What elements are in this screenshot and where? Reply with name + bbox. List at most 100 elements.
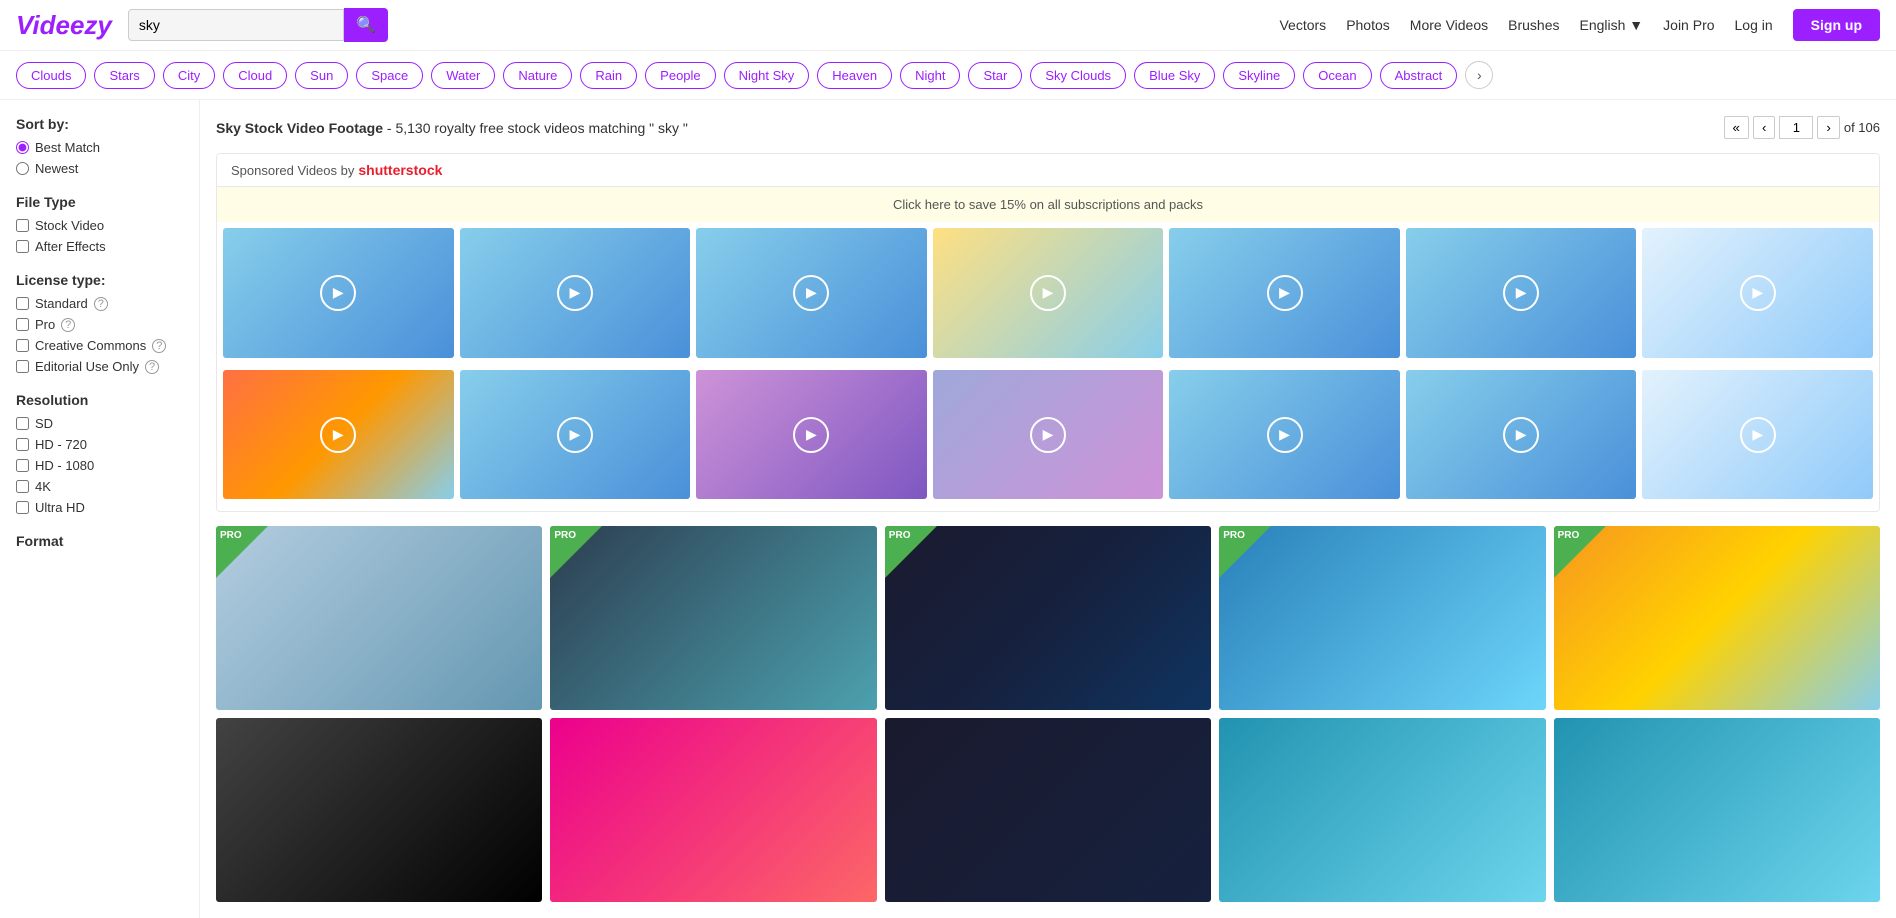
- tag-sky-clouds[interactable]: Sky Clouds: [1030, 62, 1126, 89]
- signup-button[interactable]: Sign up: [1793, 9, 1880, 41]
- video-thumb-ns-3[interactable]: PRO: [885, 526, 1211, 710]
- tag-abstract[interactable]: Abstract: [1380, 62, 1458, 89]
- tag-star[interactable]: Star: [968, 62, 1022, 89]
- file-type-label: File Type: [16, 194, 183, 210]
- video-thumb-6[interactable]: ▶: [1406, 228, 1637, 358]
- logo[interactable]: Videezy: [16, 10, 112, 41]
- res-4k[interactable]: 4K: [16, 479, 183, 494]
- res-sd[interactable]: SD: [16, 416, 183, 431]
- sort-newest[interactable]: Newest: [16, 161, 183, 176]
- nav-brushes[interactable]: Brushes: [1508, 17, 1559, 33]
- play-icon-6: ▶: [1503, 275, 1539, 311]
- video-thumb-13[interactable]: ▶: [1406, 370, 1637, 500]
- file-type-after-effects[interactable]: After Effects: [16, 239, 183, 254]
- tag-blue-sky[interactable]: Blue Sky: [1134, 62, 1215, 89]
- file-type-stock-video[interactable]: Stock Video: [16, 218, 183, 233]
- play-icon-13: ▶: [1503, 417, 1539, 453]
- video-thumb-ns-5[interactable]: PRO: [1554, 526, 1880, 710]
- video-thumb-ns-2[interactable]: PRO: [550, 526, 876, 710]
- tag-clouds[interactable]: Clouds: [16, 62, 86, 89]
- standard-help-icon: ?: [94, 297, 108, 311]
- format-section: Format: [16, 533, 183, 549]
- pro-help-icon: ?: [61, 318, 75, 332]
- pagination-total: of 106: [1844, 120, 1880, 135]
- tag-night-sky[interactable]: Night Sky: [724, 62, 810, 89]
- video-thumb-lr-3[interactable]: [885, 718, 1211, 902]
- play-icon-14: ▶: [1740, 417, 1776, 453]
- pagination-next[interactable]: ›: [1817, 116, 1839, 139]
- sort-section: Sort by: Best Match Newest: [16, 116, 183, 176]
- results-count-text: - 5,130 royalty free stock videos matchi…: [387, 120, 688, 136]
- promo-banner[interactable]: Click here to save 15% on all subscripti…: [217, 186, 1879, 222]
- main-layout: Sort by: Best Match Newest File Type Sto…: [0, 100, 1896, 918]
- sponsored-text: Sponsored Videos by: [231, 163, 354, 178]
- play-icon-11: ▶: [1030, 417, 1066, 453]
- pagination-first[interactable]: «: [1724, 116, 1749, 139]
- sidebar: Sort by: Best Match Newest File Type Sto…: [0, 100, 200, 918]
- res-ultra-hd[interactable]: Ultra HD: [16, 500, 183, 515]
- search-button[interactable]: 🔍: [344, 8, 388, 42]
- play-icon-10: ▶: [793, 417, 829, 453]
- sponsored-header: Sponsored Videos by shutterstock: [217, 154, 1879, 186]
- tag-water[interactable]: Water: [431, 62, 495, 89]
- tag-skyline[interactable]: Skyline: [1223, 62, 1295, 89]
- video-thumb-11[interactable]: ▶: [933, 370, 1164, 500]
- video-thumb-9[interactable]: ▶: [460, 370, 691, 500]
- nav-photos[interactable]: Photos: [1346, 17, 1390, 33]
- license-creative-commons[interactable]: Creative Commons ?: [16, 338, 183, 353]
- page-input[interactable]: [1779, 116, 1813, 139]
- play-icon-5: ▶: [1267, 275, 1303, 311]
- sponsored-section: Sponsored Videos by shutterstock Click h…: [216, 153, 1880, 512]
- join-pro-link[interactable]: Join Pro: [1663, 17, 1714, 33]
- tag-stars[interactable]: Stars: [94, 62, 154, 89]
- pro-label-2: PRO: [554, 530, 576, 541]
- login-link[interactable]: Log in: [1735, 17, 1773, 33]
- video-thumb-3[interactable]: ▶: [696, 228, 927, 358]
- video-thumb-lr-5[interactable]: [1554, 718, 1880, 902]
- video-thumb-7[interactable]: ▶: [1642, 228, 1873, 358]
- video-thumb-10[interactable]: ▶: [696, 370, 927, 500]
- sponsored-grid-row2: ▶ ▶ ▶ ▶ ▶ ▶ ▶: [217, 370, 1879, 506]
- tags-next-button[interactable]: ›: [1465, 61, 1493, 89]
- pagination-prev[interactable]: ‹: [1753, 116, 1775, 139]
- tag-city[interactable]: City: [163, 62, 215, 89]
- tags-bar: Clouds Stars City Cloud Sun Space Water …: [0, 51, 1896, 100]
- video-thumb-5[interactable]: ▶: [1169, 228, 1400, 358]
- tag-night[interactable]: Night: [900, 62, 960, 89]
- license-editorial[interactable]: Editorial Use Only ?: [16, 359, 183, 374]
- tag-cloud[interactable]: Cloud: [223, 62, 287, 89]
- search-input[interactable]: [128, 9, 344, 41]
- tag-nature[interactable]: Nature: [503, 62, 572, 89]
- results-title-text: Sky Stock Video Footage: [216, 120, 383, 136]
- tag-rain[interactable]: Rain: [580, 62, 637, 89]
- video-thumb-14[interactable]: ▶: [1642, 370, 1873, 500]
- tag-people[interactable]: People: [645, 62, 715, 89]
- main-video-grid-row1: PRO PRO PRO PRO PRO: [216, 526, 1880, 710]
- video-thumb-lr-2[interactable]: [550, 718, 876, 902]
- video-thumb-4[interactable]: ▶: [933, 228, 1164, 358]
- pro-label-5: PRO: [1558, 530, 1580, 541]
- video-thumb-lr-4[interactable]: [1219, 718, 1545, 902]
- play-icon-7: ▶: [1740, 275, 1776, 311]
- nav-vectors[interactable]: Vectors: [1279, 17, 1326, 33]
- res-hd720[interactable]: HD - 720: [16, 437, 183, 452]
- tag-heaven[interactable]: Heaven: [817, 62, 892, 89]
- play-icon-8: ▶: [320, 417, 356, 453]
- video-thumb-lr-1[interactable]: [216, 718, 542, 902]
- video-thumb-ns-1[interactable]: PRO: [216, 526, 542, 710]
- video-thumb-1[interactable]: ▶: [223, 228, 454, 358]
- video-thumb-8[interactable]: ▶: [223, 370, 454, 500]
- video-thumb-ns-4[interactable]: PRO: [1219, 526, 1545, 710]
- nav-more-videos[interactable]: More Videos: [1410, 17, 1488, 33]
- tag-sun[interactable]: Sun: [295, 62, 348, 89]
- results-title: Sky Stock Video Footage - 5,130 royalty …: [216, 120, 688, 136]
- sort-best-match[interactable]: Best Match: [16, 140, 183, 155]
- license-standard[interactable]: Standard ?: [16, 296, 183, 311]
- tag-ocean[interactable]: Ocean: [1303, 62, 1371, 89]
- res-hd1080[interactable]: HD - 1080: [16, 458, 183, 473]
- license-pro[interactable]: Pro ?: [16, 317, 183, 332]
- video-thumb-2[interactable]: ▶: [460, 228, 691, 358]
- language-selector[interactable]: English ▼: [1579, 17, 1643, 33]
- video-thumb-12[interactable]: ▶: [1169, 370, 1400, 500]
- tag-space[interactable]: Space: [356, 62, 423, 89]
